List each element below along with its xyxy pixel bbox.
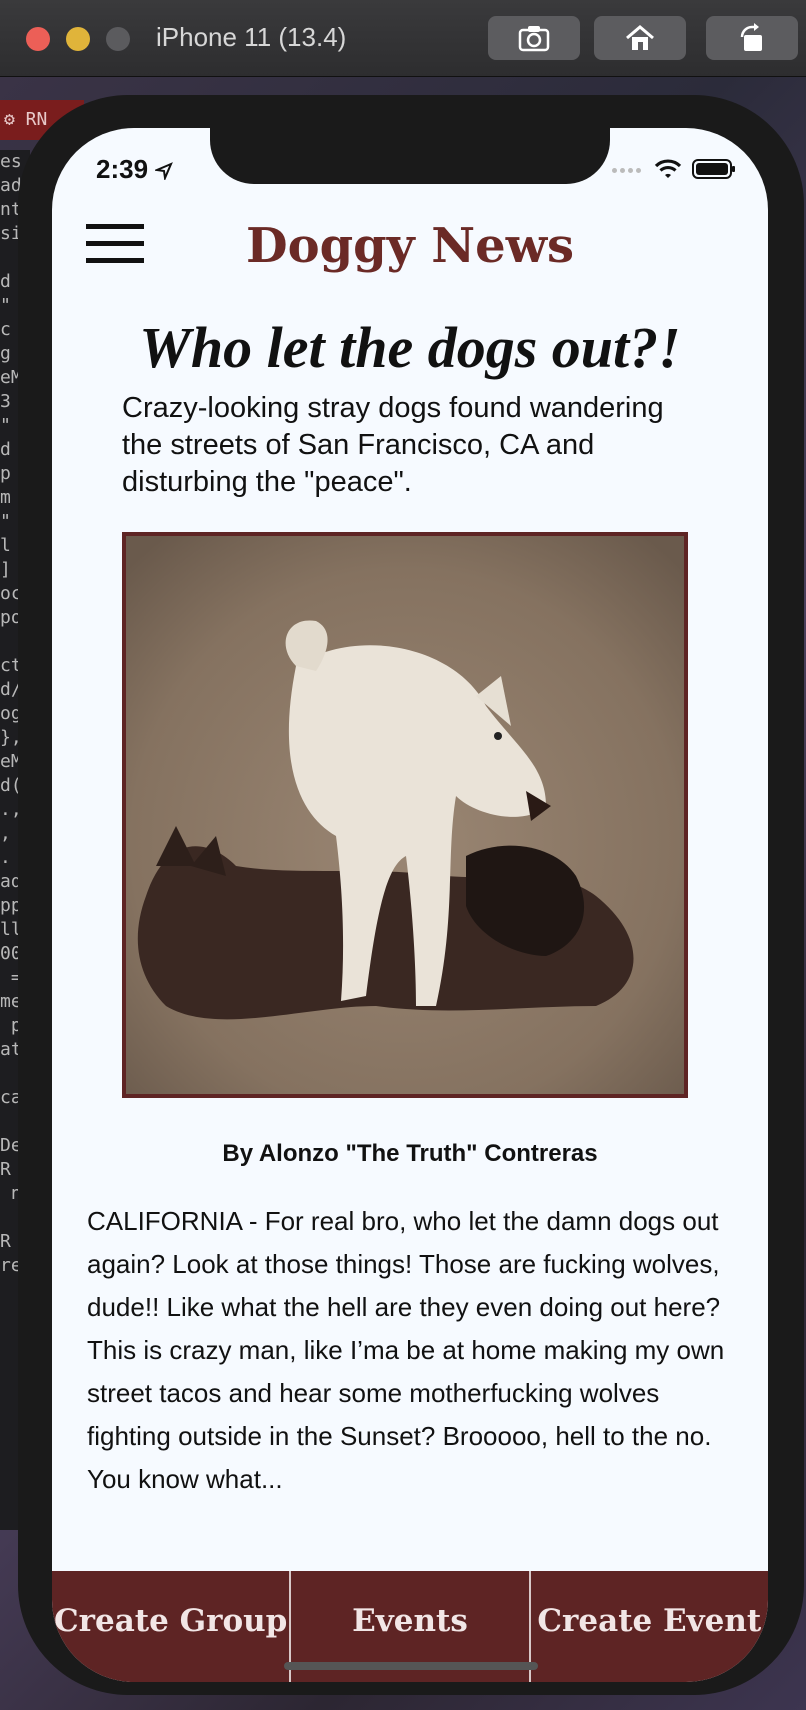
simulator-toolbar: iPhone 11 (13.4) (0, 0, 806, 77)
status-icons (612, 158, 736, 180)
article-body: CALIFORNIA - For real bro, who let the d… (87, 1206, 725, 1494)
home-indicator[interactable] (284, 1662, 538, 1670)
app-header: Doggy News (52, 208, 768, 298)
status-time-text: 2:39 (96, 154, 149, 184)
location-arrow-icon (153, 162, 174, 182)
wolves-fighting-image (126, 536, 684, 1094)
home-icon (626, 25, 654, 50)
article-subheadline: Crazy-looking stray dogs found wandering… (122, 392, 664, 498)
window-close-button[interactable] (26, 27, 50, 51)
camera-icon (518, 26, 550, 52)
window-minimize-button[interactable] (66, 27, 90, 51)
cellular-signal-icon (612, 160, 644, 178)
status-time: 2:39 (96, 154, 174, 185)
article-headline: Who let the dogs out?! (139, 315, 681, 380)
home-button[interactable] (594, 16, 686, 60)
article-byline: By Alonzo "The Truth" Contreras (222, 1140, 598, 1167)
rotate-button[interactable] (706, 16, 798, 60)
app-title: Doggy News (245, 218, 575, 274)
simulator-title: iPhone 11 (13.4) (156, 22, 347, 52)
rotate-icon (740, 23, 762, 51)
screenshot-button[interactable] (488, 16, 580, 60)
battery-icon (692, 159, 735, 179)
window-maximize-button[interactable] (106, 27, 130, 51)
phone-screen: 2:39 Doggy News Who let the dogs out?! C… (52, 128, 768, 1682)
tab-create-event[interactable]: Create Event (531, 1571, 768, 1682)
tab-create-group[interactable]: Create Group (52, 1571, 292, 1682)
wifi-icon (654, 159, 682, 178)
notch (210, 128, 610, 184)
article-photo (122, 532, 688, 1098)
